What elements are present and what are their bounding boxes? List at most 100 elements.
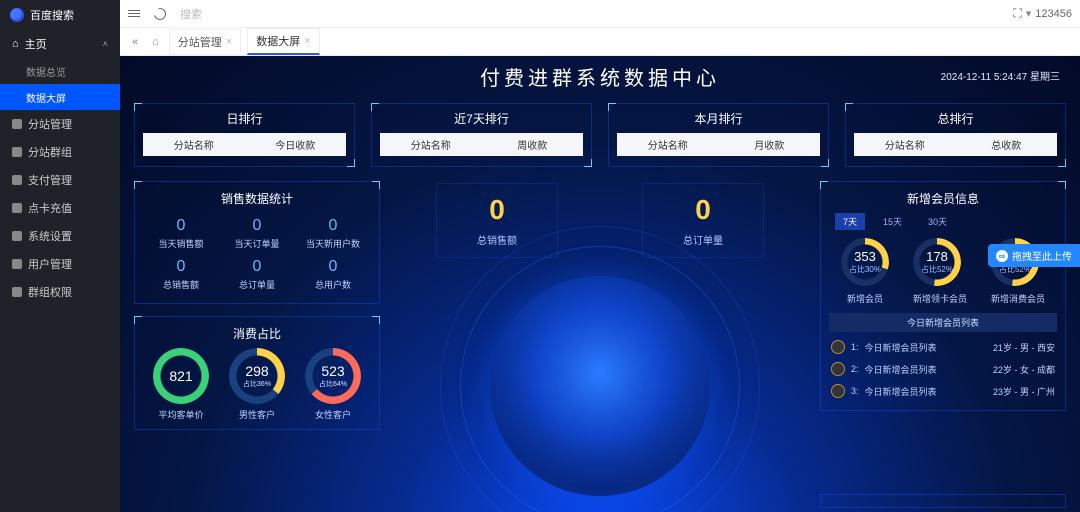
- stat-num: 0: [219, 217, 295, 235]
- nav-group[interactable]: 分站群组: [0, 138, 120, 166]
- rdonut-value: 178: [926, 249, 948, 264]
- panel-consume: 消费占比 821 平均客单价 298占比36% 男性客户 523占比64% 女性…: [134, 316, 380, 430]
- row-name: 今日新增会员列表: [865, 363, 937, 376]
- stat-cell: 0 总订单量: [219, 254, 295, 295]
- donut-value: 821: [169, 368, 192, 384]
- nav-user[interactable]: 用户管理: [0, 250, 120, 278]
- row-name: 今日新增会员列表: [865, 341, 937, 354]
- donut-sub: 占比64%: [319, 379, 347, 389]
- row-idx: 2:: [851, 364, 859, 374]
- stat-cell: 0总销售额: [143, 254, 219, 295]
- globe-graphic: [490, 276, 710, 496]
- tabs-home-icon[interactable]: ⌂: [148, 34, 163, 50]
- grid-icon: [12, 119, 22, 129]
- rank-week: 近7天排行 分站名称 周收款: [371, 103, 592, 167]
- tab-15d[interactable]: 15天: [875, 213, 910, 230]
- stat-num: 0: [219, 258, 295, 276]
- brand: 百度搜索: [0, 0, 120, 30]
- avatar-icon: [831, 362, 845, 376]
- upload-label: 拖拽至此上传: [1012, 248, 1072, 263]
- row-meta: 21岁 - 男 - 西安: [993, 341, 1055, 354]
- user-id[interactable]: 123456: [1035, 8, 1072, 20]
- row-idx: 3:: [851, 386, 859, 396]
- tab-30d[interactable]: 30天: [920, 213, 955, 230]
- stat-label: 总订单量: [219, 278, 295, 291]
- donut-label: 平均客单价: [153, 408, 209, 421]
- menu-icon[interactable]: [128, 10, 140, 17]
- stat-num: 0: [143, 217, 219, 235]
- panel-title: 消费占比: [143, 325, 371, 342]
- panel-title: 新增会员信息: [829, 190, 1057, 207]
- close-icon[interactable]: ×: [304, 35, 310, 47]
- rdonut-label: 新增会员: [841, 292, 889, 305]
- nav-card[interactable]: 点卡充值: [0, 194, 120, 222]
- nav-label: 用户管理: [28, 256, 72, 272]
- rdonut-new-member: 353占比30%: [841, 238, 889, 286]
- nav-system[interactable]: 系统设置: [0, 222, 120, 250]
- chevron-up-icon: ˄: [103, 39, 108, 49]
- nav-label: 支付管理: [28, 172, 72, 188]
- rank-table-header: 分站名称 月收款: [617, 133, 820, 156]
- nav-label: 分站管理: [28, 116, 72, 132]
- col: 分站名称: [380, 133, 482, 156]
- nav-sub-dashboard[interactable]: 数据大屏: [0, 84, 120, 110]
- donut-value: 523: [321, 363, 344, 379]
- user-icon: [12, 259, 22, 269]
- col: 周收款: [482, 133, 584, 156]
- rank-month: 本月排行 分站名称 月收款: [608, 103, 829, 167]
- nav-home-label: 主页: [25, 36, 47, 52]
- mid-num: 0: [683, 194, 723, 226]
- dash-time: 2024-12-11 5:24:47 星期三: [941, 68, 1060, 83]
- member-row: 3: 今日新增会员列表 23岁 - 男 - 广州: [829, 380, 1057, 402]
- stat-label: 总销售额: [143, 278, 219, 291]
- dashboard: 付费进群系统数据中心 2024-12-11 5:24:47 星期三 日排行 分站…: [120, 56, 1080, 512]
- nav-label: 分站群组: [28, 144, 72, 160]
- stat-cell: 0 当天订单量: [219, 213, 295, 254]
- nav-substation[interactable]: 分站管理: [0, 110, 120, 138]
- col: 月收款: [719, 133, 821, 156]
- card-icon: [12, 203, 22, 213]
- tab-label: 分站管理: [178, 34, 222, 50]
- close-icon[interactable]: ×: [226, 36, 232, 48]
- nav-payment[interactable]: 支付管理: [0, 166, 120, 194]
- rank-total: 总排行 分站名称 总收款: [845, 103, 1066, 167]
- rank-title: 日排行: [143, 110, 346, 127]
- search-input[interactable]: 搜索: [180, 6, 202, 22]
- upload-badge[interactable]: ∞ 拖拽至此上传: [988, 244, 1080, 267]
- col-mid: 0 总销售额 0 总订单量: [394, 181, 806, 496]
- tab-7d[interactable]: 7天: [835, 213, 865, 230]
- avatar-icon: [831, 384, 845, 398]
- stat-label: 当天订单量: [219, 237, 295, 250]
- mid-label: 总订单量: [683, 232, 723, 247]
- rdonut-value: 353: [854, 249, 876, 264]
- stat-cell: 0当天新用户数: [295, 213, 371, 254]
- row-idx: 1:: [851, 342, 859, 352]
- tabs-back-icon[interactable]: «: [128, 34, 142, 50]
- shield-icon: [12, 175, 22, 185]
- upload-icon: ∞: [996, 250, 1008, 262]
- sidebar: 百度搜索 ⌂ 主页 ˄ 数据总览 数据大屏 分站管理 分站群组 支付管理 点卡充…: [0, 0, 120, 512]
- stat-num: 0: [295, 217, 371, 235]
- donut-label: 女性客户: [305, 408, 361, 421]
- col: 今日收款: [245, 133, 347, 156]
- nav-perm[interactable]: 群组权限: [0, 278, 120, 306]
- nav-label: 群组权限: [28, 284, 72, 300]
- refresh-icon[interactable]: [152, 5, 168, 21]
- tab-dashboard[interactable]: 数据大屏 ×: [247, 28, 319, 55]
- tab-label: 数据大屏: [256, 33, 300, 49]
- rdonut-label: 新增消费会员: [991, 292, 1045, 305]
- brand-logo: [10, 8, 24, 22]
- nav-sub-overview[interactable]: 数据总览: [0, 58, 120, 84]
- col: 分站名称: [617, 133, 719, 156]
- nav-home[interactable]: ⌂ 主页 ˄: [0, 30, 120, 58]
- nav-label: 点卡充值: [28, 200, 72, 216]
- users-icon: [12, 287, 22, 297]
- rdonut-pct: 占比52%: [921, 264, 953, 275]
- fullscreen-icon[interactable]: ⛶: [1013, 6, 1021, 21]
- donut-label: 男性客户: [229, 408, 285, 421]
- stat-label: 总用户数: [295, 278, 371, 291]
- stat-num: 0: [295, 258, 371, 276]
- tab-substation[interactable]: 分站管理 ×: [169, 29, 241, 55]
- rdonut-pct: 占比30%: [849, 264, 881, 275]
- topbar: 搜索 ⛶ ▾ 123456: [120, 0, 1080, 28]
